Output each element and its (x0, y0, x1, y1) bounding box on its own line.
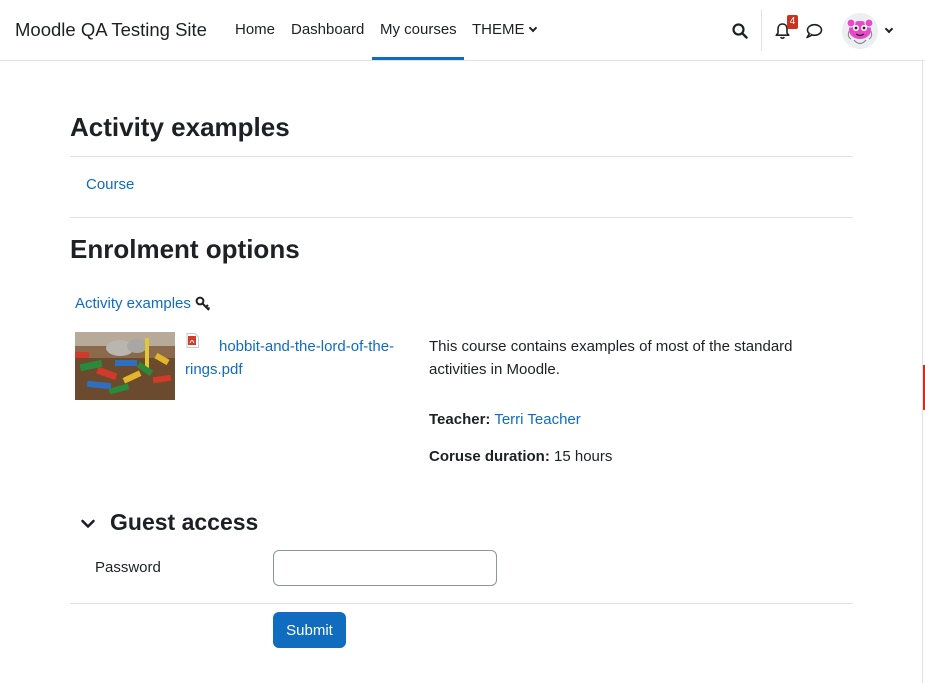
duration-value: 15 hours (554, 448, 613, 465)
contact-role-label: Teacher: (429, 411, 491, 428)
navbar-divider (761, 10, 762, 51)
chevron-down-icon[interactable] (884, 24, 894, 34)
password-input[interactable] (273, 550, 497, 586)
nav-my-courses[interactable]: My courses (380, 21, 457, 38)
nav-home[interactable]: Home (235, 21, 275, 38)
key-icon (195, 296, 211, 316)
teacher-link[interactable]: Terri Teacher (494, 411, 580, 428)
divider (70, 603, 853, 604)
duration-label: Coruse duration: (429, 448, 550, 465)
search-icon[interactable] (732, 23, 748, 43)
top-navbar: Moodle QA Testing Site Home Dashboard My… (0, 0, 925, 61)
secondary-nav-course[interactable]: Course (86, 176, 134, 193)
course-file-link[interactable]: hobbit-and-the-lord-of-the-rings.pdf (185, 335, 405, 381)
nav-dashboard[interactable]: Dashboard (291, 21, 364, 38)
avatar[interactable] (842, 13, 878, 49)
submit-button[interactable]: Submit (273, 612, 346, 648)
nav-theme[interactable]: THEME (472, 21, 537, 38)
course-contact: Teacher: Terri Teacher (429, 411, 581, 428)
chevron-down-icon (528, 23, 537, 33)
chevron-down-icon[interactable] (80, 516, 96, 536)
page-title: Activity examples (70, 112, 290, 142)
notification-count-badge: 4 (787, 15, 798, 29)
divider (70, 217, 853, 218)
guest-access-heading[interactable]: Guest access (110, 509, 258, 536)
site-name[interactable]: Moodle QA Testing Site (15, 19, 207, 41)
password-label: Password (95, 559, 161, 576)
active-nav-indicator (372, 57, 464, 60)
course-image (75, 332, 175, 400)
divider (70, 156, 853, 157)
course-duration: Coruse duration: 15 hours (429, 448, 612, 465)
course-name-link[interactable]: Activity examples (75, 295, 191, 312)
enrolment-heading: Enrolment options (70, 234, 300, 264)
course-summary: This course contains examples of most of… (429, 338, 793, 378)
chat-bubble-icon[interactable] (805, 23, 823, 43)
nav-theme-label: THEME (472, 21, 525, 38)
